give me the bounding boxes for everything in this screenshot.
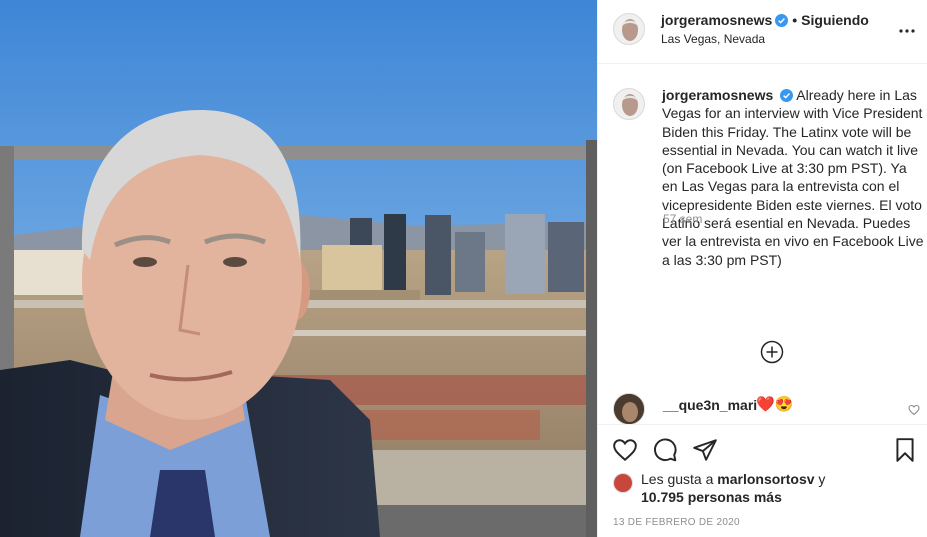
header-user-line: jorgeramosnews • Siguiendo <box>661 12 869 28</box>
likes-count[interactable]: 10.795 personas más <box>641 489 782 505</box>
photo-illustration <box>0 0 597 537</box>
post-date[interactable]: 13 DE FEBRERO DE 2020 <box>613 517 740 528</box>
comment-text: ❤️😍 <box>756 396 794 413</box>
verified-badge-icon <box>775 14 789 27</box>
likes-summary: Les gusta a marlonsortosv y 10.795 perso… <box>613 470 923 506</box>
comment-row: __que3n_mari ❤️😍 <box>598 392 927 425</box>
plus-circle-icon <box>760 340 784 364</box>
liker-avatar[interactable] <box>613 473 633 493</box>
more-horizontal-icon <box>899 29 915 33</box>
caption-avatar[interactable] <box>613 88 645 120</box>
comment-bubble-icon[interactable] <box>652 437 678 463</box>
commenter-username[interactable]: __que3n_mari <box>663 397 757 413</box>
caption-username[interactable]: jorgeramosnews <box>662 87 773 103</box>
load-more-comments-button[interactable] <box>760 340 784 364</box>
share-paper-plane-icon[interactable] <box>692 437 718 463</box>
avatar-image <box>614 89 644 119</box>
caption-timestamp[interactable]: 57 sem <box>663 212 702 226</box>
more-options-icon[interactable] <box>899 20 915 38</box>
author-avatar[interactable] <box>613 13 645 45</box>
follow-button[interactable]: Siguiendo <box>801 12 869 28</box>
like-comment-heart-icon[interactable] <box>908 404 920 416</box>
likes-prefix: Les gusta a <box>641 471 714 487</box>
liker-username[interactable]: marlonsortosv <box>717 471 814 487</box>
like-heart-icon[interactable] <box>612 437 638 463</box>
likes-text: Les gusta a marlonsortosv y 10.795 perso… <box>641 470 923 506</box>
post-sidebar: jorgeramosnews • Siguiendo Las Vegas, Neva… <box>597 0 927 537</box>
likes-conjunction: y <box>818 471 826 487</box>
commenter-avatar[interactable] <box>613 393 645 425</box>
location-link[interactable]: Las Vegas, Nevada <box>661 32 765 46</box>
post-header: jorgeramosnews • Siguiendo Las Vegas, Neva… <box>598 0 927 64</box>
caption-text: Already here in Las Vegas for an intervi… <box>662 87 924 268</box>
post-caption: jorgeramosnews Already here in Las Vegas… <box>598 86 927 269</box>
post-photo[interactable] <box>0 0 597 537</box>
verified-badge-icon <box>780 89 794 102</box>
caption-text-block: jorgeramosnews Already here in Las Vegas… <box>662 86 924 269</box>
action-bar: Les gusta a marlonsortosv y 10.795 perso… <box>598 424 927 537</box>
avatar-image <box>614 14 644 44</box>
separator-dot: • <box>792 12 798 28</box>
avatar-image <box>614 394 644 424</box>
author-username[interactable]: jorgeramosnews <box>661 12 772 28</box>
save-bookmark-icon[interactable] <box>892 437 918 463</box>
